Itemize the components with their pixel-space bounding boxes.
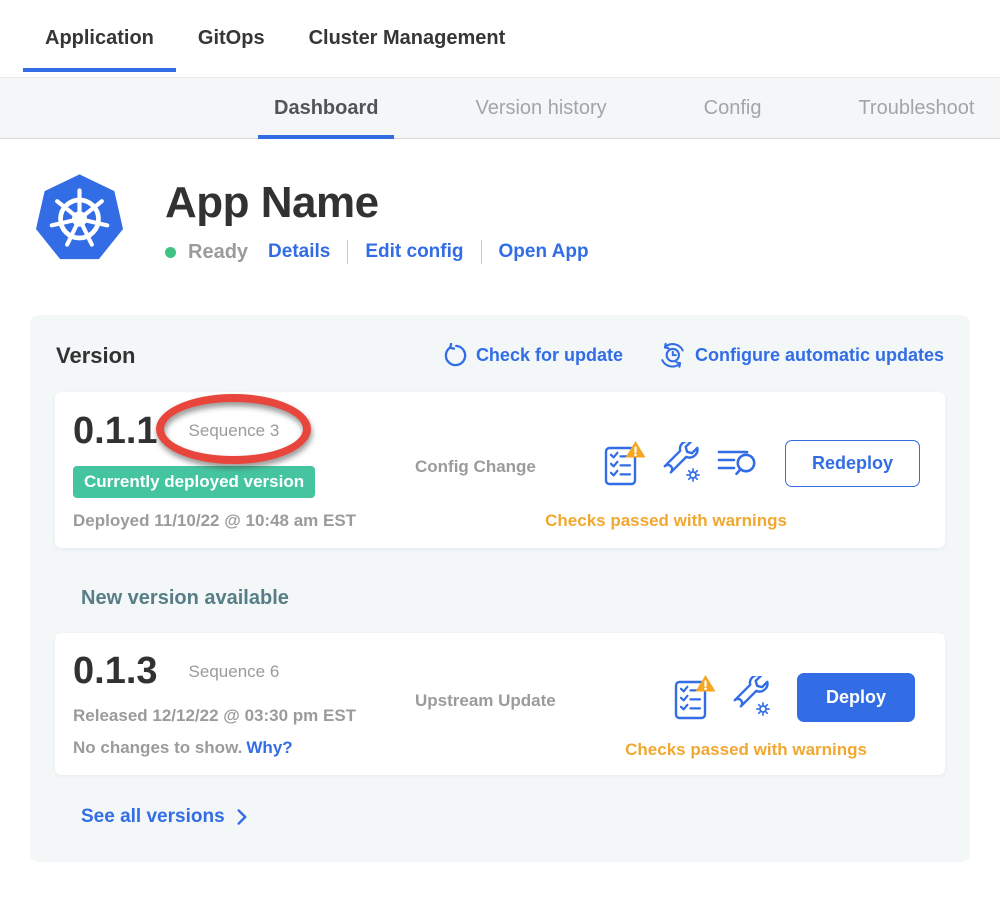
current-version-number: 0.1.1 — [73, 410, 158, 453]
top-nav-application[interactable]: Application — [23, 0, 176, 77]
top-nav-cluster-management[interactable]: Cluster Management — [287, 0, 528, 77]
available-version-sequence: Sequence 6 — [189, 662, 280, 682]
available-version-card: 0.1.3 Sequence 6 Released 12/12/22 @ 03:… — [55, 633, 945, 775]
why-link[interactable]: Why? — [246, 738, 292, 757]
see-all-versions-link[interactable]: See all versions — [81, 806, 249, 828]
refresh-icon — [442, 343, 467, 368]
app-header-text: App Name Ready Details Edit config Open … — [165, 170, 589, 268]
version-section-header: Version Check for update Configure — [55, 342, 945, 369]
current-checks-warning: Checks passed with warnings — [545, 511, 787, 531]
details-link[interactable]: Details — [268, 241, 330, 263]
preflight-checklist-warning-icon[interactable] — [673, 674, 717, 721]
config-wrench-gear-icon[interactable] — [732, 676, 772, 718]
current-version-source: Config Change — [415, 457, 603, 477]
no-changes-text: No changes to show.Why? — [73, 738, 415, 758]
configure-automatic-updates-button[interactable]: Configure automatic updates — [659, 342, 944, 369]
diff-lines-magnifier-icon[interactable] — [717, 446, 758, 481]
top-nav-gitops[interactable]: GitOps — [176, 0, 287, 77]
current-version-actions: Redeploy — [603, 440, 920, 487]
kubernetes-logo-icon — [32, 170, 127, 268]
deploy-button[interactable]: Deploy — [797, 673, 915, 722]
no-changes-label: No changes to show. — [73, 738, 242, 757]
available-version-number: 0.1.3 — [73, 650, 158, 693]
tab-config[interactable]: Config — [688, 78, 778, 138]
page-title: App Name — [165, 178, 589, 228]
status-text: Ready — [188, 241, 248, 264]
top-nav-cluster-management-label: Cluster Management — [309, 27, 506, 50]
deployed-timestamp: Deployed 11/10/22 @ 10:48 am EST — [73, 511, 415, 531]
tab-troubleshoot-label: Troubleshoot — [858, 97, 974, 120]
top-navigation: Application GitOps Cluster Management — [0, 0, 1000, 77]
status-ready-dot-icon — [165, 247, 176, 258]
redeploy-button[interactable]: Redeploy — [785, 440, 920, 487]
version-actions: Check for update Configure automatic upd… — [442, 342, 944, 369]
edit-config-link[interactable]: Edit config — [365, 241, 463, 263]
current-version-sequence: Sequence 3 — [189, 421, 280, 441]
app-status-row: Ready Details Edit config Open App — [165, 240, 589, 264]
available-version-actions: Deploy — [673, 673, 915, 722]
check-for-update-label: Check for update — [476, 345, 623, 366]
available-version-source: Upstream Update — [415, 691, 603, 711]
top-nav-gitops-label: GitOps — [198, 27, 265, 50]
tab-troubleshoot[interactable]: Troubleshoot — [842, 78, 990, 138]
see-all-versions-label: See all versions — [81, 806, 225, 828]
app-tab-bar: Dashboard Version history Config Trouble… — [0, 77, 1000, 139]
tab-dashboard[interactable]: Dashboard — [258, 78, 394, 138]
released-timestamp: Released 12/12/22 @ 03:30 pm EST — [73, 706, 415, 726]
available-version-info: 0.1.3 Sequence 6 Released 12/12/22 @ 03:… — [73, 650, 415, 758]
tab-version-history[interactable]: Version history — [459, 78, 622, 138]
tab-version-history-label: Version history — [475, 97, 606, 120]
preflight-checklist-warning-icon[interactable] — [603, 440, 647, 487]
divider — [481, 240, 482, 264]
config-wrench-gear-icon[interactable] — [662, 442, 702, 484]
check-for-update-button[interactable]: Check for update — [442, 343, 623, 368]
currently-deployed-badge: Currently deployed version — [73, 466, 315, 498]
tab-config-label: Config — [704, 97, 762, 120]
chevron-right-icon — [234, 808, 249, 826]
available-checks-warning: Checks passed with warnings — [625, 740, 867, 760]
top-nav-application-label: Application — [45, 27, 154, 50]
app-header: App Name Ready Details Edit config Open … — [32, 170, 1000, 268]
new-version-available-heading: New version available — [81, 587, 945, 610]
current-version-card: 0.1.1 Sequence 3 Currently deployed vers… — [55, 392, 945, 548]
tab-dashboard-label: Dashboard — [274, 97, 378, 120]
open-app-link[interactable]: Open App — [499, 241, 589, 263]
current-version-info: 0.1.1 Sequence 3 Currently deployed vers… — [73, 410, 415, 531]
version-section: Version Check for update Configure — [30, 315, 970, 862]
configure-automatic-updates-label: Configure automatic updates — [695, 345, 944, 366]
divider — [347, 240, 348, 264]
version-heading: Version — [56, 343, 135, 369]
auto-update-clock-icon — [659, 342, 686, 369]
